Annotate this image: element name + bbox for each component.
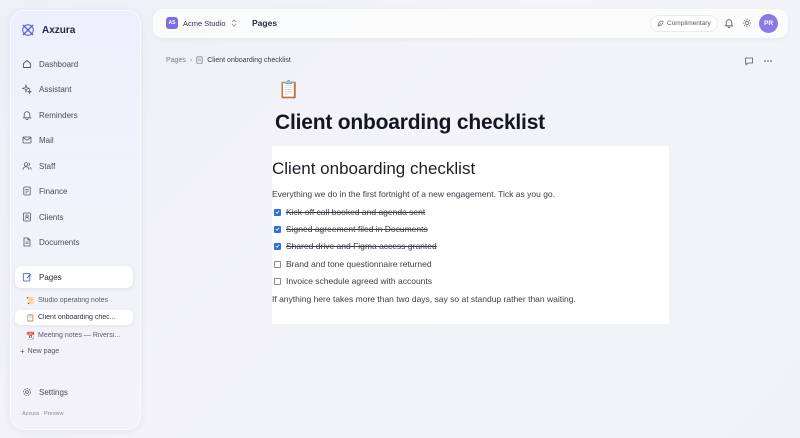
topbar: AS Acme Studio Pages Complimentary PR (153, 9, 788, 38)
todo-item: Signed agreement filed in Documents (274, 224, 428, 234)
page-emoji[interactable]: 📋 (278, 80, 299, 100)
sidebar-item-pages[interactable]: Pages (15, 266, 133, 288)
document-icon (22, 186, 32, 196)
todo-text: Kick-off call booked and agenda sent (286, 207, 426, 217)
todo-text: Signed agreement filed in Documents (286, 224, 428, 234)
file-icon (196, 56, 203, 64)
comment-icon[interactable] (744, 56, 754, 66)
checkbox[interactable] (274, 225, 281, 233)
workspace-name: Acme Studio (183, 18, 226, 28)
todo-text: Brand and tone questionnaire returned (286, 259, 432, 269)
contacts-icon (22, 212, 32, 222)
sidebar-item-staff[interactable]: Staff (15, 155, 133, 177)
sidebar-item-label: Documents (39, 237, 80, 247)
sidebar-item-finance[interactable]: Finance (15, 180, 133, 202)
page-link-label: Client onboarding chec... (38, 314, 116, 321)
sidebar-item-label: Pages (39, 272, 62, 282)
workspace-badge: AS (166, 17, 178, 29)
sun-icon[interactable] (742, 18, 752, 28)
leaf-icon (657, 20, 664, 27)
workspace-switcher[interactable]: AS Acme Studio (166, 17, 237, 29)
chevron-right-icon: › (189, 56, 193, 64)
sidebar-item-label: Mail (39, 135, 54, 145)
todo-text: Shared drive and Figma access granted (286, 241, 437, 251)
sidebar: Axzura Dashboard Assistant Reminders Mai… (10, 10, 141, 430)
sidebar-item-settings[interactable]: Settings (15, 381, 133, 403)
sidebar-item-label: Assistant (39, 84, 72, 94)
sidebar-item-mail[interactable]: Mail (15, 129, 133, 151)
mail-icon (22, 135, 32, 145)
gear-icon (22, 387, 32, 397)
todo-item: Brand and tone questionnaire returned (274, 259, 432, 269)
new-page-label: New page (27, 348, 60, 355)
sidebar-item-label: Staff (39, 161, 56, 171)
plan-label: Complimentary (667, 20, 711, 27)
page-link-client-onboarding[interactable]: 📋 Client onboarding chec... (15, 310, 133, 325)
sidebar-item-dashboard[interactable]: Dashboard (15, 53, 133, 75)
sparkle-icon (22, 84, 32, 94)
footer-note: Azzura · Preview (22, 411, 64, 417)
checkbox[interactable] (274, 208, 281, 216)
todo-item: Kick-off call booked and agenda sent (274, 207, 425, 217)
sidebar-item-label: Settings (39, 387, 68, 397)
page-link-studio-operating-notes[interactable]: 📜 Studio operating notes (15, 293, 133, 308)
scroll-icon: 📜 (26, 297, 35, 305)
outro-paragraph: If anything here takes more than two day… (272, 294, 576, 304)
dashboard-icon (22, 59, 32, 69)
page-link-label: Studio operating notes (38, 297, 109, 304)
sidebar-item-assistant[interactable]: Assistant (15, 78, 133, 100)
brand-name: Axzura (42, 24, 76, 36)
checkbox[interactable] (274, 277, 281, 285)
todo-item: Invoice schedule agreed with accounts (274, 276, 432, 286)
clipboard-icon: 📋 (26, 314, 35, 322)
avatar[interactable]: PR (759, 14, 778, 33)
sidebar-item-reminders[interactable]: Reminders (15, 104, 133, 126)
bell-icon (22, 110, 32, 120)
page-link-meeting-notes[interactable]: 📆 Meeting notes — Riversi... (15, 328, 133, 343)
document-body[interactable]: Client onboarding checklist Everything w… (272, 146, 669, 324)
page-title: Pages (252, 18, 278, 28)
page-link-label: Meeting notes — Riversi... (38, 332, 121, 339)
chevron-updown-icon (231, 19, 237, 27)
todo-item: Shared drive and Figma access granted (274, 241, 437, 251)
plus-icon: + (20, 347, 25, 356)
logo-icon (21, 23, 35, 37)
sidebar-item-label: Finance (39, 186, 68, 196)
sidebar-item-label: Reminders (39, 110, 78, 120)
breadcrumb-root[interactable]: Pages (166, 57, 186, 64)
plan-badge[interactable]: Complimentary (651, 16, 717, 31)
sidebar-item-label: Clients (39, 212, 64, 222)
breadcrumb-current: Client onboarding checklist (207, 56, 291, 64)
calendar-icon: 📆 (26, 332, 35, 340)
sidebar-item-clients[interactable]: Clients (15, 206, 133, 228)
breadcrumb: Pages › Client onboarding checklist (166, 56, 291, 64)
users-icon (22, 161, 32, 171)
more-icon[interactable] (763, 56, 773, 66)
new-page-button[interactable]: + New page (20, 347, 59, 356)
file-icon (22, 237, 32, 247)
checkbox[interactable] (274, 260, 281, 268)
document-heading: Client onboarding checklist (272, 159, 476, 178)
brand[interactable]: Axzura (21, 23, 75, 37)
sidebar-item-label: Dashboard (39, 59, 79, 69)
checkbox[interactable] (274, 242, 281, 250)
sidebar-item-documents[interactable]: Documents (15, 231, 133, 253)
document-title[interactable]: Client onboarding checklist (275, 111, 545, 135)
intro-paragraph: Everything we do in the first fortnight … (272, 189, 556, 199)
pages-icon (22, 272, 32, 282)
bell-icon[interactable] (724, 18, 734, 28)
todo-text: Invoice schedule agreed with accounts (286, 276, 433, 286)
